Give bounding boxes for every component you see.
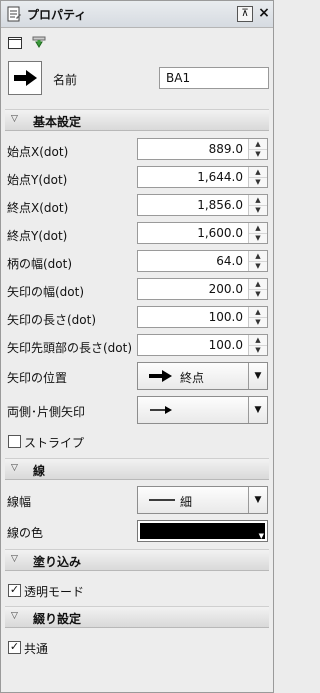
line-color-label: 線の色	[7, 526, 44, 540]
arrow-shape-icon	[8, 61, 42, 95]
stripe-checkbox[interactable]	[8, 435, 21, 448]
tip-length-value[interactable]: 100.0	[209, 338, 243, 352]
end-x-value[interactable]: 1,856.0	[197, 198, 243, 212]
arrow-length-label: 矢印の長さ(dot)	[7, 313, 97, 327]
blank-page-icon[interactable]	[7, 35, 23, 51]
chevron-down-icon[interactable]: ▼	[248, 363, 267, 389]
thin-line-icon	[149, 499, 175, 501]
panel-title: プロパティ	[27, 8, 87, 22]
transparent-mode-checkbox[interactable]: ✓	[8, 584, 21, 597]
name-label: 名前	[53, 73, 78, 87]
shaft-width-label: 柄の幅(dot)	[7, 257, 73, 271]
chevron-down-icon: ▽	[11, 554, 18, 564]
arrow-position-label: 矢印の位置	[7, 371, 68, 385]
line-width-dropdown[interactable]: 細 ▼	[137, 486, 268, 514]
section-binding[interactable]: ▽ 綴り設定	[5, 606, 269, 628]
line-width-label: 線幅	[7, 495, 32, 509]
properties-panel: プロパティ ⊼ × 名前 ▽ 基本設定 始点X(dot) 889.0 ▲▼ 始点…	[0, 0, 274, 693]
end-x-spinner[interactable]: 1,856.0 ▲ ▼	[137, 194, 268, 216]
arrow-direction-dropdown[interactable]: ▼	[137, 396, 268, 424]
section-line[interactable]: ▽ 線	[5, 458, 269, 480]
chevron-down-icon: ▼	[258, 532, 264, 540]
start-x-spinner[interactable]: 889.0 ▲ ▼	[137, 138, 268, 160]
start-y-spinner[interactable]: 1,644.0 ▲ ▼	[137, 166, 268, 188]
arrow-position-value: 終点	[180, 371, 205, 385]
section-title: 綴り設定	[33, 612, 82, 626]
section-title: 線	[33, 464, 46, 478]
start-y-value[interactable]: 1,644.0	[197, 170, 243, 184]
end-y-spinner[interactable]: 1,600.0 ▲ ▼	[137, 222, 268, 244]
section-basic-settings[interactable]: ▽ 基本設定	[5, 109, 269, 131]
chevron-down-icon: ▽	[11, 463, 18, 473]
section-fill[interactable]: ▽ 塗り込み	[5, 549, 269, 571]
spin-down-icon[interactable]: ▼	[249, 177, 267, 187]
thick-arrow-icon	[149, 370, 172, 382]
shaft-width-spinner[interactable]: 64.0 ▲ ▼	[137, 250, 268, 272]
arrow-position-dropdown[interactable]: 終点 ▼	[137, 362, 268, 390]
end-y-value[interactable]: 1,600.0	[197, 226, 243, 240]
stripe-label: ストライプ	[24, 436, 85, 450]
section-title: 基本設定	[33, 115, 82, 129]
title-bar: プロパティ ⊼ ×	[1, 1, 273, 28]
arrow-width-spinner[interactable]: 200.0 ▲ ▼	[137, 278, 268, 300]
end-y-label: 終点Y(dot)	[7, 229, 68, 243]
chevron-down-icon[interactable]: ▼	[248, 487, 267, 513]
properties-sheet-icon	[7, 6, 21, 22]
arrow-length-value[interactable]: 100.0	[209, 310, 243, 324]
tip-length-label: 矢印先頭部の長さ(dot)	[7, 341, 133, 355]
common-label: 共通	[24, 642, 49, 656]
close-icon: ×	[258, 5, 270, 21]
pin-icon: ⊼	[241, 8, 249, 19]
single-arrow-icon	[150, 406, 172, 414]
arrow-width-value[interactable]: 200.0	[209, 282, 243, 296]
common-checkbox[interactable]: ✓	[8, 641, 21, 654]
tip-length-spinner[interactable]: 100.0 ▲ ▼	[137, 334, 268, 356]
shaft-width-value[interactable]: 64.0	[216, 254, 243, 268]
start-x-label: 始点X(dot)	[7, 145, 69, 159]
download-arrow-icon[interactable]	[31, 35, 47, 51]
spin-down-icon[interactable]: ▼	[249, 149, 267, 159]
spin-down-icon[interactable]: ▼	[249, 289, 267, 299]
start-x-value[interactable]: 889.0	[209, 142, 243, 156]
chevron-down-icon[interactable]: ▼	[248, 397, 267, 423]
arrow-direction-label: 両側･片側矢印	[7, 405, 86, 419]
spin-down-icon[interactable]: ▼	[249, 317, 267, 327]
end-x-label: 終点X(dot)	[7, 201, 69, 215]
start-y-label: 始点Y(dot)	[7, 173, 68, 187]
section-title: 塗り込み	[33, 555, 82, 569]
arrow-length-spinner[interactable]: 100.0 ▲ ▼	[137, 306, 268, 328]
spin-down-icon[interactable]: ▼	[249, 233, 267, 243]
chevron-down-icon: ▽	[11, 611, 18, 621]
close-button[interactable]: ×	[257, 4, 271, 22]
name-input[interactable]	[159, 67, 269, 89]
spin-down-icon[interactable]: ▼	[249, 345, 267, 355]
spin-down-icon[interactable]: ▼	[249, 205, 267, 215]
line-color-picker[interactable]: ▼	[137, 520, 268, 542]
spin-down-icon[interactable]: ▼	[249, 261, 267, 271]
chevron-down-icon: ▽	[11, 114, 18, 124]
pin-button[interactable]: ⊼	[237, 6, 253, 22]
transparent-mode-label: 透明モード	[24, 585, 85, 599]
line-width-value: 細	[180, 495, 193, 509]
arrow-width-label: 矢印の幅(dot)	[7, 285, 85, 299]
color-swatch	[140, 523, 265, 539]
